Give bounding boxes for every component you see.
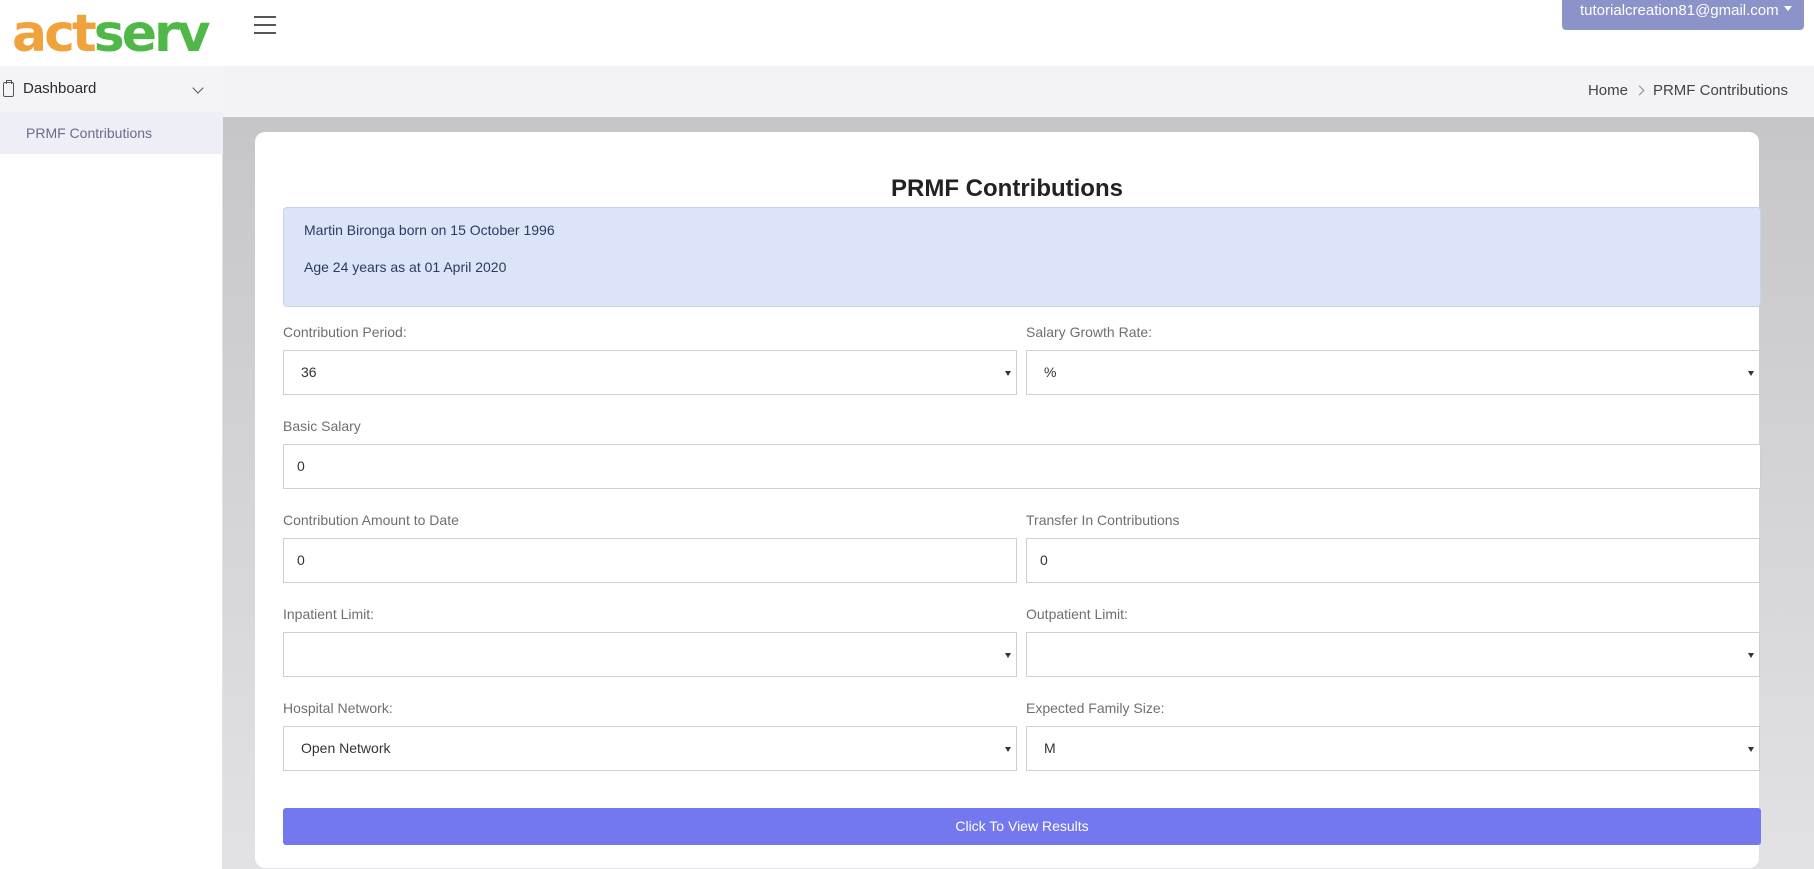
salary-growth-rate-select[interactable]: % bbox=[1026, 350, 1760, 395]
contribution-amount-input[interactable]: 0 bbox=[283, 538, 1017, 583]
contribution-period-select[interactable]: 36 bbox=[283, 350, 1017, 395]
logo-act: act bbox=[12, 4, 97, 64]
inpatient-limit-label: Inpatient Limit: bbox=[283, 606, 375, 622]
inpatient-limit-select[interactable] bbox=[283, 632, 1017, 677]
transfer-in-input[interactable]: 0 bbox=[1026, 538, 1760, 583]
top-header: actserv tutorialcreation81@gmail.com bbox=[0, 0, 1814, 66]
hospital-network-select[interactable]: Open Network bbox=[283, 726, 1017, 771]
caret-down-icon bbox=[1784, 6, 1792, 11]
user-account-dropdown[interactable]: tutorialcreation81@gmail.com bbox=[1562, 0, 1804, 30]
contribution-period-value: 36 bbox=[301, 364, 317, 380]
transfer-in-label: Transfer In Contributions bbox=[1026, 512, 1180, 528]
dropdown-arrow-icon bbox=[1005, 747, 1011, 752]
transfer-in-value: 0 bbox=[1040, 552, 1048, 568]
main-content: PRMF Contributions Martin Bironga born o… bbox=[223, 117, 1814, 869]
hospital-network-value: Open Network bbox=[301, 740, 391, 756]
outpatient-limit-label: Outpatient Limit: bbox=[1026, 606, 1128, 622]
user-email: tutorialcreation81@gmail.com bbox=[1580, 2, 1779, 19]
dropdown-arrow-icon bbox=[1005, 371, 1011, 376]
family-size-select[interactable]: M bbox=[1026, 726, 1760, 771]
view-results-button[interactable]: Click To View Results bbox=[283, 808, 1761, 845]
outpatient-limit-select[interactable] bbox=[1026, 632, 1760, 677]
member-age-info: Age 24 years as at 01 April 2020 bbox=[304, 259, 507, 275]
dropdown-arrow-icon bbox=[1748, 653, 1754, 658]
dropdown-arrow-icon bbox=[1748, 371, 1754, 376]
sidebar: Dashboard PRMF Contributions bbox=[0, 66, 223, 869]
basic-salary-input[interactable]: 0 bbox=[283, 444, 1761, 489]
salary-growth-rate-label: Salary Growth Rate: bbox=[1026, 324, 1153, 340]
sidebar-item-dashboard[interactable]: Dashboard bbox=[0, 66, 223, 112]
breadcrumb: Home PRMF Contributions bbox=[1588, 82, 1788, 99]
breadcrumb-home[interactable]: Home bbox=[1588, 82, 1628, 99]
salary-growth-rate-value: % bbox=[1044, 364, 1057, 380]
tablet-icon bbox=[3, 80, 14, 97]
chevron-down-icon bbox=[192, 82, 204, 94]
contribution-amount-label: Contribution Amount to Date bbox=[283, 512, 459, 528]
sidebar-dashboard-label: Dashboard bbox=[23, 80, 97, 97]
member-birth-info: Martin Bironga born on 15 October 1996 bbox=[304, 222, 555, 238]
contribution-amount-value: 0 bbox=[297, 552, 305, 568]
chevron-right-icon bbox=[1634, 85, 1645, 96]
actserv-logo[interactable]: actserv bbox=[12, 4, 211, 64]
breadcrumb-current: PRMF Contributions bbox=[1652, 82, 1788, 99]
dropdown-arrow-icon bbox=[1748, 747, 1754, 752]
basic-salary-label: Basic Salary bbox=[283, 418, 361, 434]
hamburger-menu-icon[interactable] bbox=[254, 16, 276, 36]
breadcrumb-bar: Home PRMF Contributions bbox=[223, 66, 1814, 117]
sidebar-item-label: PRMF Contributions bbox=[26, 125, 153, 141]
member-info-box: Martin Bironga born on 15 October 1996 A… bbox=[283, 207, 1761, 307]
family-size-label: Expected Family Size: bbox=[1026, 700, 1165, 716]
basic-salary-value: 0 bbox=[297, 458, 305, 474]
contribution-period-label: Contribution Period: bbox=[283, 324, 407, 340]
hospital-network-label: Hospital Network: bbox=[283, 700, 393, 716]
contributions-card: PRMF Contributions Martin Bironga born o… bbox=[255, 132, 1761, 868]
sidebar-item-prmf-contributions[interactable]: PRMF Contributions bbox=[0, 112, 223, 154]
dropdown-arrow-icon bbox=[1005, 653, 1011, 658]
family-size-value: M bbox=[1044, 740, 1056, 756]
logo-serv: serv bbox=[93, 4, 211, 64]
page-title: PRMF Contributions bbox=[891, 175, 1123, 202]
